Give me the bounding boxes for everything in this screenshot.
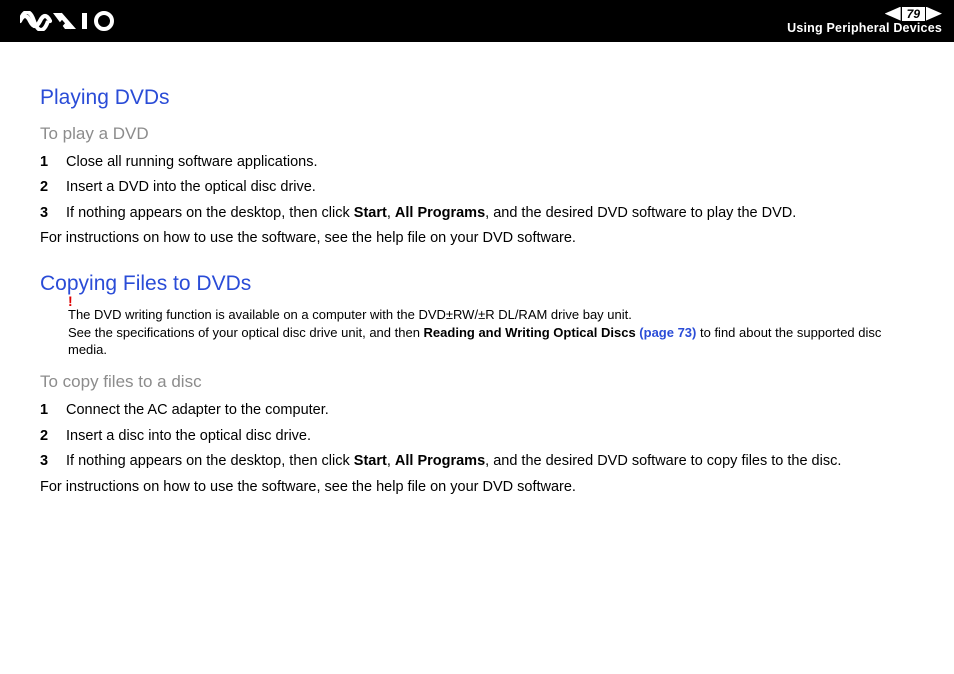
list-item: 2 Insert a disc into the optical disc dr… (40, 425, 916, 447)
heading-copying: Copying Files to DVDs (40, 268, 916, 301)
step-number: 2 (40, 425, 66, 447)
note-playing: For instructions on how to use the softw… (40, 227, 916, 249)
step-text: Close all running software applications. (66, 151, 317, 173)
step-number: 1 (40, 399, 66, 421)
list-item: 1 Connect the AC adapter to the computer… (40, 399, 916, 421)
page-number: 79 (902, 7, 925, 21)
subheading-playing: To play a DVD (40, 121, 916, 147)
step-text: Insert a disc into the optical disc driv… (66, 425, 311, 447)
list-item: 2 Insert a DVD into the optical disc dri… (40, 176, 916, 198)
section-playing: Playing DVDs To play a DVD 1 Close all r… (40, 82, 916, 250)
list-item: 3 If nothing appears on the desktop, the… (40, 450, 916, 472)
step-text: Connect the AC adapter to the computer. (66, 399, 329, 421)
step-number: 3 (40, 202, 66, 224)
list-item: 1 Close all running software application… (40, 151, 916, 173)
page-nav: 79 (885, 7, 942, 21)
vaio-logo (20, 11, 118, 31)
note-copying: For instructions on how to use the softw… (40, 476, 916, 498)
steps-playing: 1 Close all running software application… (40, 151, 916, 224)
subheading-copying: To copy files to a disc (40, 369, 916, 395)
steps-copying: 1 Connect the AC adapter to the computer… (40, 399, 916, 472)
section-title: Using Peripheral Devices (787, 22, 942, 36)
alert-icon: ! (68, 292, 73, 311)
page-link-73[interactable]: (page 73) (639, 325, 696, 340)
next-page-icon[interactable] (926, 7, 942, 21)
step-text: If nothing appears on the desktop, then … (66, 450, 841, 472)
alert-line1: The DVD writing function is available on… (68, 306, 916, 324)
header-bar: 79 Using Peripheral Devices (0, 0, 954, 42)
section-copying: Copying Files to DVDs ! The DVD writing … (40, 268, 916, 498)
list-item: 3 If nothing appears on the desktop, the… (40, 202, 916, 224)
step-number: 1 (40, 151, 66, 173)
step-number: 2 (40, 176, 66, 198)
header-right: 79 Using Peripheral Devices (787, 7, 942, 36)
alert-block: ! The DVD writing function is available … (68, 306, 916, 359)
heading-playing: Playing DVDs (40, 82, 916, 115)
alert-line2: See the specifications of your optical d… (68, 324, 916, 359)
step-number: 3 (40, 450, 66, 472)
page-content: Playing DVDs To play a DVD 1 Close all r… (0, 42, 954, 498)
prev-page-icon[interactable] (885, 7, 901, 21)
step-text: If nothing appears on the desktop, then … (66, 202, 796, 224)
step-text: Insert a DVD into the optical disc drive… (66, 176, 316, 198)
